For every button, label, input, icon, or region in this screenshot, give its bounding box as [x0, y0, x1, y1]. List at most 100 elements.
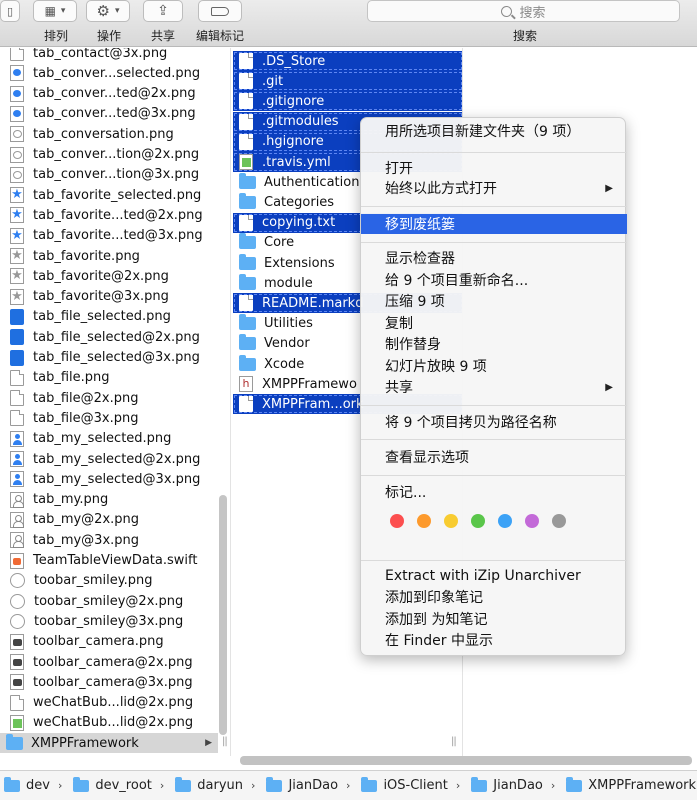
menu-item-make-alias[interactable]: 制作替身	[361, 334, 627, 354]
file-row[interactable]: tab_file_selected@3x.png	[0, 348, 218, 368]
path-crumb[interactable]: dev_root	[71, 776, 152, 793]
arrange-button[interactable]: ▦ ▾	[33, 0, 77, 22]
file-row[interactable]: weChatBub...lid@2x.png	[0, 693, 218, 713]
edit-tags-button[interactable]	[198, 0, 242, 22]
file-row[interactable]: tab_my.png	[0, 490, 218, 510]
file-row[interactable]: ★ tab_favorite_selected.png	[0, 185, 218, 205]
path-crumb[interactable]: iOS-Client	[359, 776, 448, 793]
column-resize-grip[interactable]: ||	[451, 736, 457, 747]
file-row[interactable]: .DS_Store	[233, 51, 462, 71]
folder-icon	[175, 776, 192, 792]
tag-color-dot[interactable]	[444, 514, 458, 528]
menu-item-duplicate[interactable]: 复制	[361, 313, 627, 333]
file-row[interactable]: weChatBub...lid@2x.png	[0, 713, 218, 733]
file-row[interactable]: tab_file_selected.png	[0, 307, 218, 327]
file-row[interactable]: toolbar_camera@3x.png	[0, 672, 218, 692]
tag-color-dot[interactable]	[552, 514, 566, 528]
file-name: toolbar_camera@3x.png	[33, 674, 193, 690]
file-name: tab_favorite@3x.png	[33, 289, 169, 305]
arrange-grid-icon: ▦	[44, 4, 56, 18]
action-label: 操作	[96, 29, 121, 43]
file-row[interactable]: ★ tab_favorite...ted@3x.png	[0, 226, 218, 246]
menu-item-slideshow[interactable]: 幻灯片放映 9 项	[361, 356, 627, 376]
file-row[interactable]: toolbar_camera@2x.png	[0, 652, 218, 672]
menu-item-move-to-trash[interactable]: 移到废纸篓	[361, 214, 627, 234]
file-row[interactable]: toobar_smiley@3x.png	[0, 611, 218, 631]
menu-item-show-view-options[interactable]: 查看显示选项	[361, 447, 627, 467]
menu-item-open[interactable]: 打开	[361, 158, 627, 178]
menu-item-open-with[interactable]: 始终以此方式打开 ▶	[361, 178, 627, 198]
view-toggle-button[interactable]: ▯	[0, 0, 20, 22]
file-row[interactable]: tab_file_selected@2x.png	[0, 327, 218, 347]
file-row[interactable]: tab_file.png	[0, 368, 218, 388]
file-row[interactable]: tab_conver...tion@3x.png	[0, 165, 218, 185]
chevron-right-icon: ›	[159, 779, 165, 792]
vertical-scrollbar[interactable]	[219, 495, 227, 735]
image-file-icon	[10, 714, 24, 731]
file-row[interactable]: ★ tab_favorite@2x.png	[0, 266, 218, 286]
tag-color-dot[interactable]	[417, 514, 431, 528]
file-row[interactable]: tab_my@3x.png	[0, 530, 218, 550]
tag-color-dot[interactable]	[498, 514, 512, 528]
file-row[interactable]: ★ tab_favorite@3x.png	[0, 287, 218, 307]
file-row[interactable]: tab_file@3x.png	[0, 408, 218, 428]
path-crumb[interactable]: dev	[2, 776, 50, 793]
tag-color-dot[interactable]	[471, 514, 485, 528]
file-row[interactable]: toobar_smiley@2x.png	[0, 591, 218, 611]
tag-color-dot[interactable]	[390, 514, 404, 528]
file-row[interactable]: tab_my_selected@2x.png	[0, 449, 218, 469]
menu-item-show-inspector[interactable]: 显示检查器	[361, 248, 627, 268]
path-crumb[interactable]: XMPPFramework	[564, 776, 696, 793]
menu-item-rename[interactable]: 给 9 个项目重新命名...	[361, 270, 627, 290]
path-crumb[interactable]: JianDao	[264, 776, 338, 793]
arrange-label: 排列	[43, 29, 68, 43]
folder-icon	[266, 776, 283, 792]
folder-icon	[239, 354, 256, 371]
file-row[interactable]: tab_my_selected.png	[0, 429, 218, 449]
file-row[interactable]: tab_my_selected@3x.png	[0, 469, 218, 489]
action-button[interactable]: ⚙ ▾	[86, 0, 130, 22]
tag-color-dot[interactable]	[525, 514, 539, 528]
menu-item-tags[interactable]: 标记...	[361, 482, 627, 502]
file-row[interactable]: tab_conver...ted@2x.png	[0, 84, 218, 104]
path-crumb-label: daryun	[197, 778, 244, 793]
file-row[interactable]: toolbar_camera.png	[0, 632, 218, 652]
file-row[interactable]: .gitignore	[233, 91, 462, 112]
file-row[interactable]: XMPPFramework ▶	[0, 733, 218, 754]
star-outline-icon: ★	[10, 268, 24, 285]
path-crumb[interactable]: JianDao	[469, 776, 543, 793]
file-row[interactable]: tab_my@2x.png	[0, 510, 218, 530]
file-name: tab_file@3x.png	[33, 410, 139, 426]
file-row[interactable]: ★ tab_favorite...ted@2x.png	[0, 205, 218, 225]
column-resize-grip[interactable]: ||	[222, 736, 228, 747]
folder-icon	[4, 776, 20, 792]
star-icon: ★	[10, 227, 24, 244]
file-row[interactable]: tab_conver...ted@3x.png	[0, 104, 218, 124]
path-crumb[interactable]: daryun	[173, 776, 244, 793]
folder-icon	[239, 273, 256, 290]
menu-item-new-folder-with-selection[interactable]: 用所选项目新建文件夹（9 项）	[361, 121, 627, 141]
menu-item-extract-izip[interactable]: Extract with iZip Unarchiver	[361, 566, 627, 586]
file-row[interactable]: tab_conver...tion@2x.png	[0, 145, 218, 165]
menu-item-compress[interactable]: 压缩 9 项	[361, 291, 627, 311]
search-input[interactable]: 搜索	[367, 0, 680, 22]
path-crumb-label: JianDao	[493, 778, 543, 793]
file-row[interactable]: tab_contact@3x.png	[0, 48, 218, 63]
horizontal-scrollbar[interactable]	[240, 756, 692, 765]
menu-item-copy-as-pathname[interactable]: 将 9 个项目拷贝为路径名称	[361, 412, 627, 432]
person-icon	[10, 471, 24, 488]
swift-file-icon	[10, 552, 24, 569]
file-row[interactable]: tab_file@2x.png	[0, 388, 218, 408]
file-row[interactable]: toobar_smiley.png	[0, 571, 218, 591]
menu-item-add-to-weizhi[interactable]: 添加到 为知笔记	[361, 609, 627, 629]
file-row[interactable]: .git	[233, 71, 462, 92]
menu-item-add-to-evernote[interactable]: 添加到印象笔记	[361, 587, 627, 607]
file-row[interactable]: TeamTableViewData.swift	[0, 551, 218, 571]
file-row[interactable]: tab_conver...selected.png	[0, 63, 218, 83]
menu-item-open-with-label: 始终以此方式打开	[385, 181, 497, 197]
share-button[interactable]: ⇪	[143, 0, 183, 22]
menu-item-share[interactable]: 共享 ▶	[361, 377, 627, 397]
menu-item-show-in-finder[interactable]: 在 Finder 中显示	[361, 630, 627, 650]
file-row[interactable]: ★ tab_favorite.png	[0, 246, 218, 266]
file-row[interactable]: tab_conversation.png	[0, 124, 218, 144]
